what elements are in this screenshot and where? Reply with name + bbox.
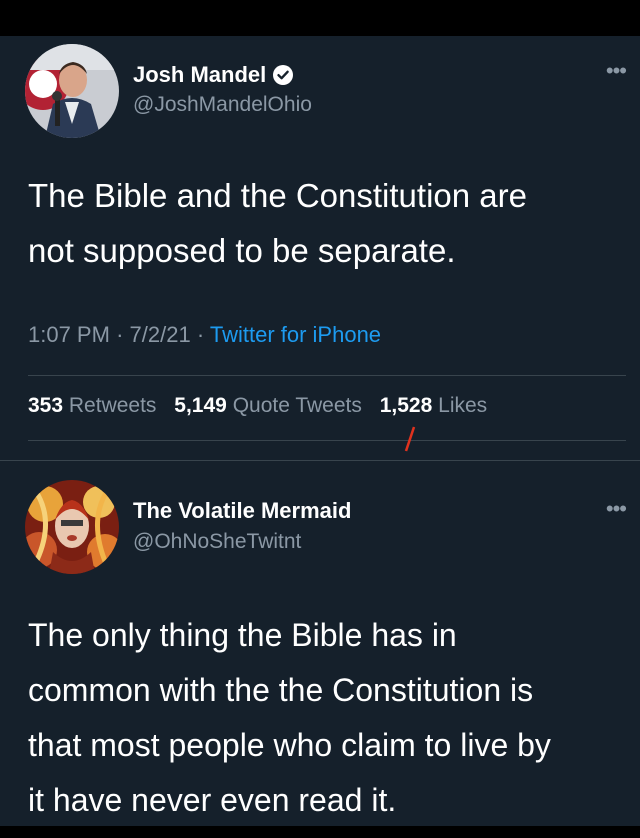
divider	[28, 440, 626, 441]
tweet-time[interactable]: 1:07 PM	[28, 322, 110, 347]
likes-label: Likes	[438, 394, 488, 417]
red-annotation-mark	[404, 426, 416, 452]
tweet-meta: 1:07 PM · 7/2/21 · Twitter for iPhone	[28, 322, 381, 348]
tweet-text: The Bible and the Constitution are not s…	[28, 168, 613, 278]
user-handle[interactable]: @JoshMandelOhio	[133, 93, 312, 117]
tweet-text-line: not supposed to be separate.	[28, 232, 456, 269]
tweet-stats: 353 Retweets 5,149 Quote Tweets 1,528 Li…	[28, 394, 487, 418]
tweet-volatile-mermaid[interactable]: The Volatile Mermaid @OhNoSheTwitnt ••• …	[0, 462, 640, 826]
avatar[interactable]	[25, 480, 119, 574]
tweet-divider	[0, 460, 640, 461]
quote-tweets-stat[interactable]: 5,149 Quote Tweets	[174, 394, 374, 417]
retweets-stat[interactable]: 353 Retweets	[28, 394, 168, 417]
meta-separator: ·	[196, 322, 210, 347]
likes-stat[interactable]: 1,528 Likes	[380, 394, 487, 417]
divider	[28, 375, 626, 376]
avatar[interactable]	[25, 44, 119, 138]
tweet-text-line: common with the the Constitution is	[28, 672, 534, 708]
meta-separator: ·	[116, 322, 130, 347]
tweet-date[interactable]: 7/2/21	[130, 322, 191, 347]
top-black-bar	[0, 0, 640, 36]
more-horizontal-icon[interactable]: •••	[606, 498, 627, 520]
tweet-josh-mandel[interactable]: Josh Mandel @JoshMandelOhio ••• The Bibl…	[0, 36, 640, 460]
likes-count: 1,528	[379, 394, 433, 417]
tweet-source-link[interactable]: Twitter for iPhone	[210, 322, 381, 347]
tweet-text-line: it have never even read it.	[28, 782, 397, 818]
bottom-black-bar	[0, 826, 640, 838]
quote-tweets-count: 5,149	[174, 394, 227, 417]
retweets-label: Retweets	[68, 394, 157, 417]
quote-tweets-label: Quote Tweets	[232, 394, 362, 417]
retweets-count: 353	[28, 394, 64, 417]
user-handle[interactable]: @OhNoSheTwitnt	[133, 530, 301, 554]
more-horizontal-icon[interactable]: •••	[606, 60, 627, 82]
tweet-text: The only thing the Bible has in common w…	[28, 608, 628, 828]
display-name[interactable]: Josh Mandel	[133, 62, 294, 88]
verified-badge-icon	[273, 64, 294, 85]
tweet-text-line: The Bible and the Constitution are	[28, 177, 527, 214]
display-name[interactable]: The Volatile Mermaid	[133, 498, 351, 524]
tweet-text-line: The only thing the Bible has in	[28, 617, 457, 653]
tweet-text-line: that most people who claim to live by	[28, 727, 551, 763]
